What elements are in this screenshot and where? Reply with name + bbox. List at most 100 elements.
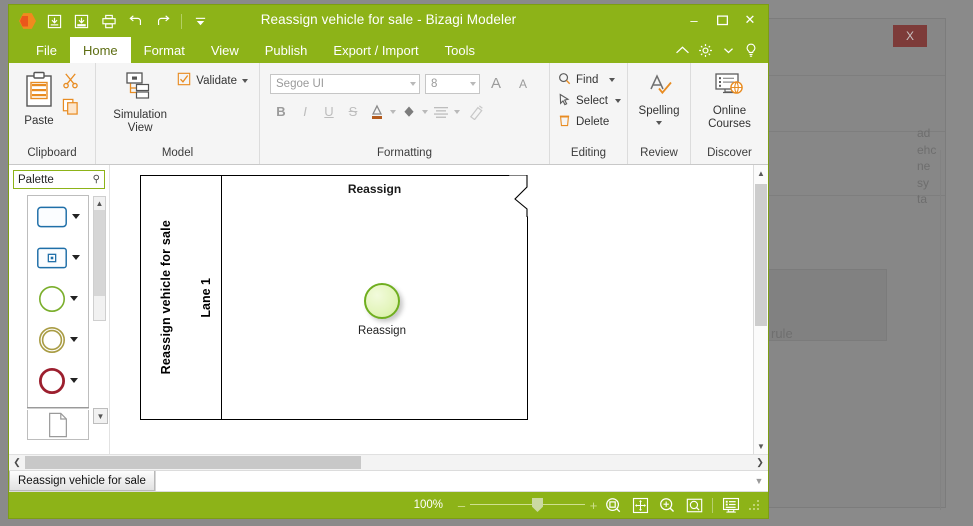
tab-publish[interactable]: Publish [252,37,321,63]
gear-icon[interactable] [694,39,716,61]
palette-item-start-event[interactable] [28,278,88,319]
chevron-down-icon[interactable] [717,39,739,61]
chevron-down-icon[interactable] [656,121,662,125]
scroll-up-icon[interactable]: ▲ [94,197,105,210]
canvas-vertical-scrollbar[interactable]: ▲ ▼ [753,165,768,454]
zoom-in-icon[interactable] [654,493,681,517]
diagram-surface[interactable]: Reassign vehicle for sale Lane 1 Reassig… [110,165,753,454]
simulation-view-label-line1: Simulation [113,109,167,121]
spelling-button[interactable]: Spelling [634,69,685,127]
trash-icon [558,114,571,130]
zoom-level-label: 100% [413,499,443,511]
select-button[interactable]: Select [558,93,621,109]
validate-button[interactable]: Validate [177,72,248,89]
cut-icon[interactable] [62,72,79,94]
grow-font-button[interactable]: A [485,73,507,94]
underline-button[interactable]: U [318,101,340,122]
lightbulb-icon[interactable] [740,39,762,61]
palette-item-intermediate-event[interactable] [28,319,88,360]
chevron-down-icon[interactable]: ▼ [750,471,768,491]
palette-scroll-down-button[interactable]: ▼ [93,408,108,424]
font-color-button[interactable] [366,101,388,122]
validate-label: Validate [196,74,237,87]
scroll-left-icon[interactable]: ❮ [9,457,25,468]
zoom-slider-knob[interactable] [532,498,543,512]
background-close-x[interactable]: X [893,25,927,47]
scroll-up-icon[interactable]: ▲ [754,165,768,181]
zoom-out-button[interactable]: – [455,498,468,513]
align-button[interactable] [430,101,452,122]
chevron-down-icon[interactable] [242,78,248,83]
tab-home[interactable]: Home [69,37,131,63]
presentation-view-icon[interactable] [717,493,744,517]
palette-scrollbar[interactable]: ▲ [93,196,106,321]
status-bar: 100% – + [9,492,768,518]
bold-button[interactable]: B [270,101,292,122]
chevron-down-icon[interactable] [454,109,460,114]
collapse-ribbon-icon[interactable] [671,39,693,61]
lane-name-band[interactable]: Lane 1 [191,175,222,420]
ribbon-group-discover: Online Courses Discover [690,63,768,164]
horizontal-scroll-thumb[interactable] [25,456,361,469]
italic-button[interactable]: I [294,101,316,122]
palette-item-end-event[interactable] [28,360,88,401]
vertical-scroll-thumb[interactable] [755,184,767,326]
canvas-horizontal-scrollbar[interactable]: ❮ ❯ [9,454,768,470]
chevron-down-icon[interactable] [70,337,78,342]
tab-export-import[interactable]: Export / Import [320,37,431,63]
palette-item-data-object[interactable] [27,410,89,440]
background-rule-label: rule [771,326,793,341]
zoom-region-icon[interactable] [681,493,708,517]
chevron-down-icon[interactable] [422,109,428,114]
tab-format[interactable]: Format [131,37,198,63]
zoom-in-button[interactable]: + [587,498,600,513]
bpmn-pool[interactable]: Reassign vehicle for sale Lane 1 Reassig… [140,175,528,420]
tab-tools[interactable]: Tools [432,37,488,63]
shrink-font-button[interactable]: A [512,73,534,94]
font-family-select[interactable]: Segoe UI [270,73,420,94]
validate-icon [177,72,191,89]
simulation-view-button[interactable]: Simulation View [103,69,177,137]
chevron-down-icon[interactable] [609,78,616,82]
zoom-slider[interactable] [470,498,585,512]
fit-to-window-icon[interactable] [627,493,654,517]
strikethrough-button[interactable]: S [342,101,364,122]
maximize-button[interactable] [708,8,736,32]
ribbon-right-controls [671,39,762,61]
chevron-down-icon[interactable] [390,109,396,114]
horizontal-scroll-track[interactable] [25,456,752,469]
online-courses-button[interactable]: Online Courses [703,69,756,133]
find-button[interactable]: Find [558,72,621,88]
pool-name-band[interactable]: Reassign vehicle for sale [140,175,192,420]
paste-icon [21,71,57,115]
palette-scroll-thumb[interactable] [94,210,105,296]
chevron-down-icon[interactable] [72,255,80,260]
tab-view[interactable]: View [198,37,252,63]
fill-color-button[interactable] [398,101,420,122]
zoom-to-selection-icon[interactable] [600,493,627,517]
chevron-down-icon[interactable] [614,99,621,103]
tab-file[interactable]: File [23,37,70,63]
palette-item-list: Flow [27,195,89,408]
delete-button[interactable]: Delete [558,114,621,130]
copy-icon[interactable] [62,98,79,120]
scroll-down-icon[interactable]: ▼ [754,438,768,454]
paste-button[interactable]: Paste [16,69,62,130]
chevron-down-icon[interactable] [70,296,78,301]
diagram-canvas[interactable]: Reassign vehicle for sale Lane 1 Reassig… [109,165,753,454]
start-event-shape[interactable] [364,283,400,319]
pin-icon[interactable]: ⚲ [93,174,100,185]
close-button[interactable]: ✕ [736,8,764,32]
palette-item-subprocess[interactable] [28,237,88,278]
palette-item-task[interactable] [28,196,88,237]
title-bar: Reassign vehicle for sale - Bizagi Model… [9,5,768,37]
diagram-tab-reassign-vehicle-for-sale[interactable]: Reassign vehicle for sale [9,471,155,491]
clear-formatting-button[interactable] [465,101,487,122]
chevron-down-icon[interactable] [70,378,78,383]
scroll-right-icon[interactable]: ❯ [752,457,768,468]
minimize-button[interactable]: – [680,8,708,32]
spelling-label: Spelling [638,105,680,117]
chevron-down-icon[interactable] [72,214,80,219]
resize-grip-icon[interactable] [748,498,762,512]
font-size-select[interactable]: 8 [425,73,480,94]
